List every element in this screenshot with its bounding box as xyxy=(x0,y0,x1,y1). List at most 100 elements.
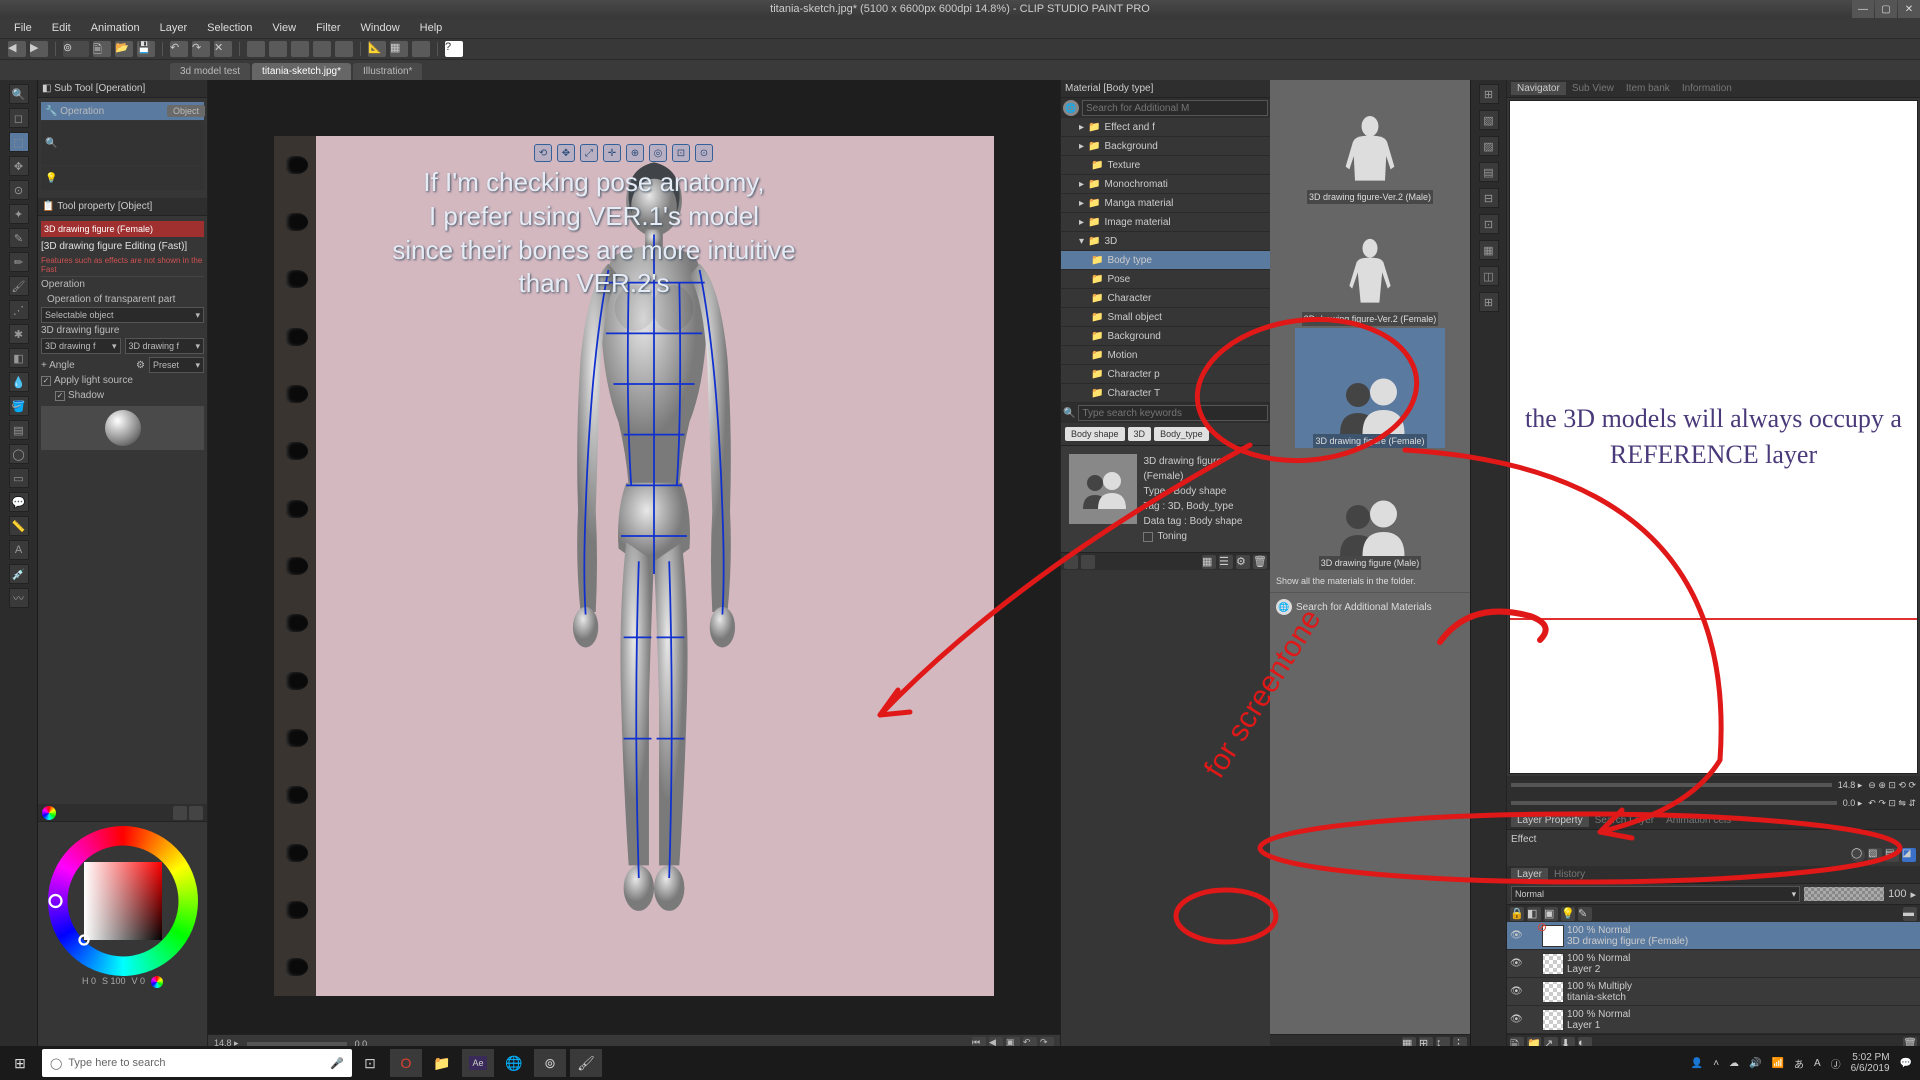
material-tree-item[interactable]: 📁 Texture xyxy=(1061,156,1270,175)
sel-tool4-icon[interactable] xyxy=(313,41,331,57)
figure-dropdown-2[interactable]: 3D drawing f▾ xyxy=(125,338,205,354)
subtool-operation-row[interactable]: 🔧 Operation Object xyxy=(41,102,204,120)
history-back-icon[interactable]: ◀ xyxy=(8,41,26,57)
selectable-object-dropdown[interactable]: Selectable object▾ xyxy=(41,307,204,323)
material-tree-item[interactable]: 📁 Pose xyxy=(1061,270,1270,289)
move-tool-icon[interactable]: ✥ xyxy=(9,156,29,176)
material-tree-item[interactable]: ▾ 📁 3D xyxy=(1061,232,1270,251)
menu-selection[interactable]: Selection xyxy=(197,20,262,36)
light-sphere-preview[interactable] xyxy=(41,406,204,450)
decoration-tool-icon[interactable]: ✱ xyxy=(9,324,29,344)
text-tool-icon[interactable]: A xyxy=(9,540,29,560)
mic-icon[interactable]: 🎤 xyxy=(330,1057,344,1070)
tray-people-icon[interactable]: 👤 xyxy=(1691,1058,1703,1069)
ruler-tool-icon[interactable]: 📏 xyxy=(9,516,29,536)
frame-tool-icon[interactable]: ▭ xyxy=(9,468,29,488)
sel-tool2-icon[interactable] xyxy=(269,41,287,57)
tab-layer-property[interactable]: Layer Property xyxy=(1511,814,1589,827)
apply-light-checkbox[interactable]: ✓ Apply light source xyxy=(41,373,204,388)
lock-icon[interactable]: 🔒 xyxy=(1510,907,1524,921)
effect-tone-icon[interactable]: ▧ xyxy=(1868,848,1882,862)
panel3-icon[interactable]: ▤ xyxy=(1479,162,1499,182)
nav-rot-slider[interactable] xyxy=(1511,801,1837,805)
menu-edit[interactable]: Edit xyxy=(42,20,81,36)
layer-row[interactable]: 👁⊘100 % Normal3D drawing figure (Female) xyxy=(1507,922,1920,950)
color-wheel[interactable]: H 0 S 100 V 0 xyxy=(38,822,207,1052)
visibility-icon[interactable]: 👁 xyxy=(1510,986,1524,997)
panel6-icon[interactable]: ▦ xyxy=(1479,240,1499,260)
tray-input-icon[interactable]: Ⓙ xyxy=(1831,1056,1841,1071)
magnify-tool-icon[interactable]: 🔍 xyxy=(9,84,29,104)
tag-body-shape[interactable]: Body shape xyxy=(1065,427,1125,441)
material-item-male-v2[interactable]: 3D drawing figure-Ver.2 (Male) xyxy=(1295,84,1445,204)
lasso-tool-icon[interactable]: ⊙ xyxy=(9,180,29,200)
menu-animation[interactable]: Animation xyxy=(81,20,150,36)
mat-prop-icon[interactable]: ⚙ xyxy=(1236,555,1250,569)
shadow-checkbox[interactable]: ✓ Shadow xyxy=(41,388,204,403)
blend-tool-icon[interactable]: 💧 xyxy=(9,372,29,392)
mat-paste-icon[interactable] xyxy=(1064,555,1078,569)
mat-new-icon[interactable] xyxy=(1081,555,1095,569)
material-tree-item[interactable]: 📁 Small object xyxy=(1061,308,1270,327)
zoom-slider[interactable] xyxy=(247,1042,347,1046)
snap-icon[interactable] xyxy=(412,41,430,57)
quickaccess-icon[interactable]: ⊞ xyxy=(1479,84,1499,104)
tab-information[interactable]: Information xyxy=(1676,82,1738,95)
delete-icon[interactable]: ✕ xyxy=(214,41,232,57)
aftereffects-icon[interactable]: Ae xyxy=(462,1049,494,1077)
clipstudio-icon[interactable]: ⊚ xyxy=(534,1049,566,1077)
clipstudiopaint-icon[interactable]: 🖌 xyxy=(570,1049,602,1077)
tab-search-layer[interactable]: Search Layer xyxy=(1589,814,1660,827)
menu-help[interactable]: Help xyxy=(410,20,453,36)
visibility-icon[interactable]: 👁 xyxy=(1510,1014,1524,1025)
material-tree-item[interactable]: 📁 Character p xyxy=(1061,365,1270,384)
ref-icon[interactable]: 💡 xyxy=(1561,907,1575,921)
keyword-search-input[interactable] xyxy=(1078,405,1268,421)
show-all-link[interactable]: Show all the materials in the folder. xyxy=(1270,570,1470,592)
save-icon[interactable]: 💾 xyxy=(137,41,155,57)
layer-row[interactable]: 👁100 % NormalLayer 1 xyxy=(1507,1006,1920,1034)
opacity-slider[interactable] xyxy=(1804,887,1884,901)
help-icon[interactable]: ? xyxy=(445,41,463,57)
panel5-icon[interactable]: ⊡ xyxy=(1479,214,1499,234)
tab-3d-model-test[interactable]: 3d model test xyxy=(170,63,250,80)
wand-tool-icon[interactable]: ✦ xyxy=(9,204,29,224)
new-icon[interactable]: 🗎 xyxy=(93,41,111,57)
panel7-icon[interactable]: ◫ xyxy=(1479,266,1499,286)
nav-zoom-slider[interactable] xyxy=(1511,783,1832,787)
tab-subview[interactable]: Sub View xyxy=(1566,82,1620,95)
tab-animation-cels[interactable]: Animation cels xyxy=(1660,814,1737,827)
marquee-tool-icon[interactable]: ◻ xyxy=(9,108,29,128)
tray-ime-icon[interactable]: あ xyxy=(1794,1056,1804,1071)
taskbar-search[interactable]: ◯ Type here to search 🎤 xyxy=(42,1049,352,1077)
tray-wifi-icon[interactable]: 📶 xyxy=(1771,1058,1783,1069)
visibility-icon[interactable]: 👁 xyxy=(1510,930,1524,941)
tray-clock[interactable]: 5:02 PM 6/6/2019 xyxy=(1851,1052,1890,1074)
start-button[interactable]: ⊞ xyxy=(0,1046,40,1080)
mat-list-icon[interactable]: ☰ xyxy=(1219,555,1233,569)
material-tree-item[interactable]: 📁 Background xyxy=(1061,327,1270,346)
material-tree-item[interactable]: ▸ 📁 Image material xyxy=(1061,213,1270,232)
layer-row[interactable]: 👁100 % NormalLayer 2 xyxy=(1507,950,1920,978)
eyedropper-tool-icon[interactable]: 💉 xyxy=(9,564,29,584)
draft-icon[interactable]: ✎ xyxy=(1578,907,1592,921)
tray-up-icon[interactable]: ˄ xyxy=(1713,1058,1719,1069)
search-additional-link[interactable]: 🌐 Search for Additional Materials xyxy=(1270,592,1470,621)
gradient-tool-icon[interactable]: ▤ xyxy=(9,420,29,440)
layer-color-icon[interactable]: ▬ xyxy=(1903,907,1917,921)
tab-navigator[interactable]: Navigator xyxy=(1511,82,1566,95)
menu-window[interactable]: Window xyxy=(351,20,410,36)
brush-tool-icon[interactable]: 🖌 xyxy=(9,276,29,296)
undo-icon[interactable]: ↶ xyxy=(170,41,188,57)
fill-tool-icon[interactable]: 🪣 xyxy=(9,396,29,416)
effect-color-icon[interactable]: ▤ xyxy=(1885,848,1899,862)
correct-line-icon[interactable]: 〰 xyxy=(9,588,29,608)
opera-icon[interactable]: O xyxy=(390,1049,422,1077)
redo-icon[interactable]: ↷ xyxy=(192,41,210,57)
material-tree-item[interactable]: ▸ 📁 Monochromati xyxy=(1061,175,1270,194)
operation-tool-icon[interactable]: ⬚ xyxy=(9,132,29,152)
layer-row[interactable]: 👁100 % Multiplytitania-sketch xyxy=(1507,978,1920,1006)
menu-layer[interactable]: Layer xyxy=(150,20,198,36)
figure-dropdown-1[interactable]: 3D drawing f▾ xyxy=(41,338,121,354)
toning-checkbox[interactable]: Toning xyxy=(1143,529,1262,544)
